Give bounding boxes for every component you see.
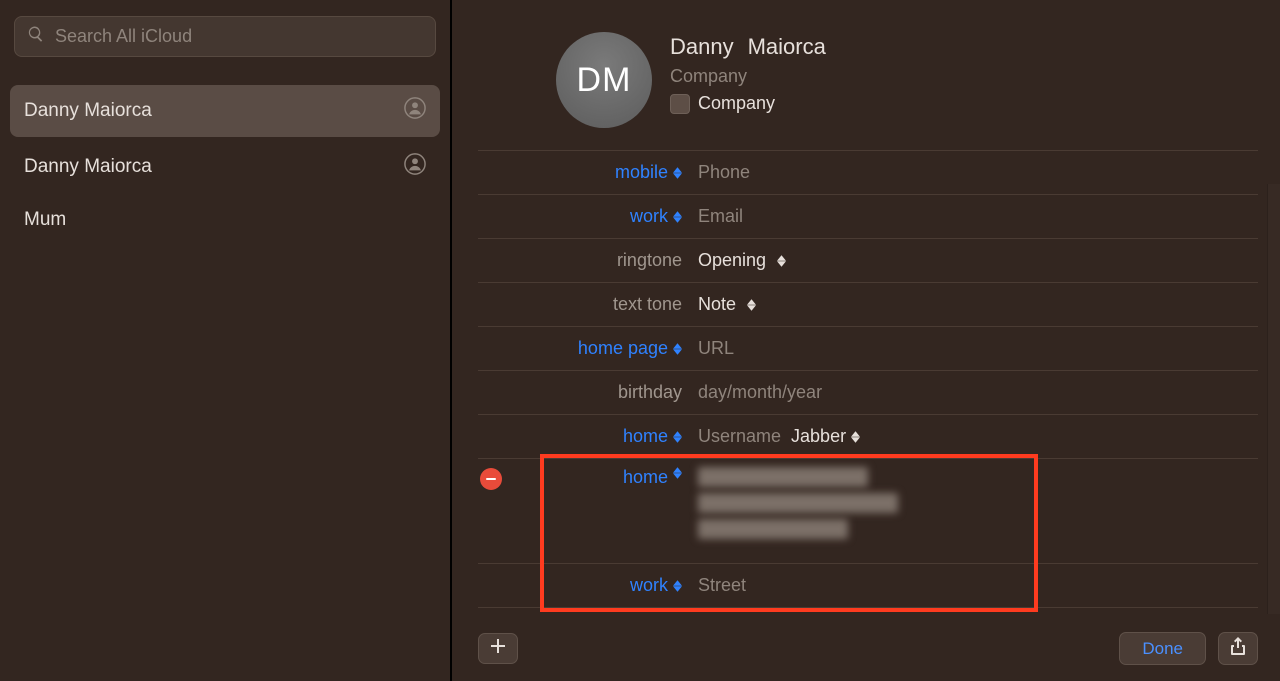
chevron-updown-icon bbox=[672, 467, 682, 479]
contact-fields: mobile Phone work Email ringtone bbox=[478, 150, 1258, 608]
username-field[interactable]: Username bbox=[698, 426, 781, 447]
username-row: home Username Jabber bbox=[478, 414, 1258, 458]
birthday-row: birthday day/month/year bbox=[478, 370, 1258, 414]
first-name-field[interactable]: Danny bbox=[670, 34, 734, 59]
texttone-picker[interactable]: Note bbox=[688, 294, 1258, 315]
chevron-updown-icon bbox=[776, 255, 786, 267]
phone-field[interactable]: Phone bbox=[688, 162, 1258, 183]
contact-detail: DM Danny Maiorca Company Company mobile bbox=[452, 0, 1280, 681]
company-checkbox-label: Company bbox=[698, 93, 775, 114]
add-field-button[interactable] bbox=[478, 633, 518, 664]
chevron-updown-icon bbox=[672, 431, 682, 443]
search-placeholder: Search All iCloud bbox=[55, 26, 192, 47]
address-home-field[interactable] bbox=[688, 467, 1258, 539]
redacted-text bbox=[698, 519, 848, 539]
remove-row-button[interactable] bbox=[480, 468, 502, 490]
list-item[interactable]: Danny Maiorca bbox=[10, 141, 440, 193]
chevron-updown-icon bbox=[850, 431, 860, 443]
address-home-label-picker[interactable]: home bbox=[478, 467, 688, 488]
sidebar: Search All iCloud Danny Maiorca Danny Ma… bbox=[0, 0, 452, 681]
chevron-updown-icon bbox=[672, 167, 682, 179]
share-button[interactable] bbox=[1218, 632, 1258, 665]
address-work-label-picker[interactable]: work bbox=[478, 575, 688, 596]
contact-name[interactable]: Danny Maiorca bbox=[670, 34, 826, 60]
contact-header: DM Danny Maiorca Company Company bbox=[556, 32, 1258, 128]
avatar-initials: DM bbox=[577, 61, 632, 100]
phone-row: mobile Phone bbox=[478, 150, 1258, 194]
list-item[interactable]: Danny Maiorca bbox=[10, 85, 440, 137]
list-item-name: Mum bbox=[24, 209, 66, 231]
address-work-row: work Street bbox=[478, 563, 1258, 608]
texttone-row: text tone Note bbox=[478, 282, 1258, 326]
ringtone-label: ringtone bbox=[478, 250, 688, 271]
company-checkbox[interactable] bbox=[670, 94, 690, 114]
done-button[interactable]: Done bbox=[1119, 632, 1206, 665]
birthday-field[interactable]: day/month/year bbox=[688, 382, 1258, 403]
share-icon bbox=[1230, 637, 1246, 660]
email-field[interactable]: Email bbox=[688, 206, 1258, 227]
chevron-updown-icon bbox=[672, 343, 682, 355]
url-field[interactable]: URL bbox=[688, 338, 1258, 359]
detail-footer: Done bbox=[452, 632, 1280, 681]
list-item-name: Danny Maiorca bbox=[24, 100, 152, 122]
birthday-label: birthday bbox=[478, 382, 688, 403]
phone-label-picker[interactable]: mobile bbox=[478, 162, 688, 183]
list-item[interactable]: Mum bbox=[10, 197, 440, 243]
email-label-picker[interactable]: work bbox=[478, 206, 688, 227]
me-card-icon bbox=[404, 97, 426, 125]
ringtone-picker[interactable]: Opening bbox=[688, 250, 1258, 271]
username-label-picker[interactable]: home bbox=[478, 426, 688, 447]
texttone-label: text tone bbox=[478, 294, 688, 315]
list-item-name: Danny Maiorca bbox=[24, 156, 152, 178]
homepage-row: home page URL bbox=[478, 326, 1258, 370]
chevron-updown-icon bbox=[672, 211, 682, 223]
im-service-picker[interactable]: Jabber bbox=[791, 426, 860, 447]
search-input[interactable]: Search All iCloud bbox=[14, 16, 436, 57]
email-row: work Email bbox=[478, 194, 1258, 238]
redacted-text bbox=[698, 467, 868, 487]
address-work-field[interactable]: Street bbox=[688, 575, 1258, 596]
chevron-updown-icon bbox=[672, 580, 682, 592]
chevron-updown-icon bbox=[746, 299, 756, 311]
ringtone-row: ringtone Opening bbox=[478, 238, 1258, 282]
plus-icon bbox=[490, 638, 506, 659]
homepage-label-picker[interactable]: home page bbox=[478, 338, 688, 359]
company-field[interactable]: Company bbox=[670, 66, 826, 87]
contact-list: Danny Maiorca Danny Maiorca Mum bbox=[10, 85, 440, 243]
redacted-text bbox=[698, 493, 898, 513]
address-home-row: home bbox=[478, 458, 1258, 563]
avatar[interactable]: DM bbox=[556, 32, 652, 128]
me-card-icon bbox=[404, 153, 426, 181]
scrollbar[interactable] bbox=[1267, 184, 1280, 614]
last-name-field[interactable]: Maiorca bbox=[748, 34, 826, 59]
search-icon bbox=[27, 25, 45, 48]
